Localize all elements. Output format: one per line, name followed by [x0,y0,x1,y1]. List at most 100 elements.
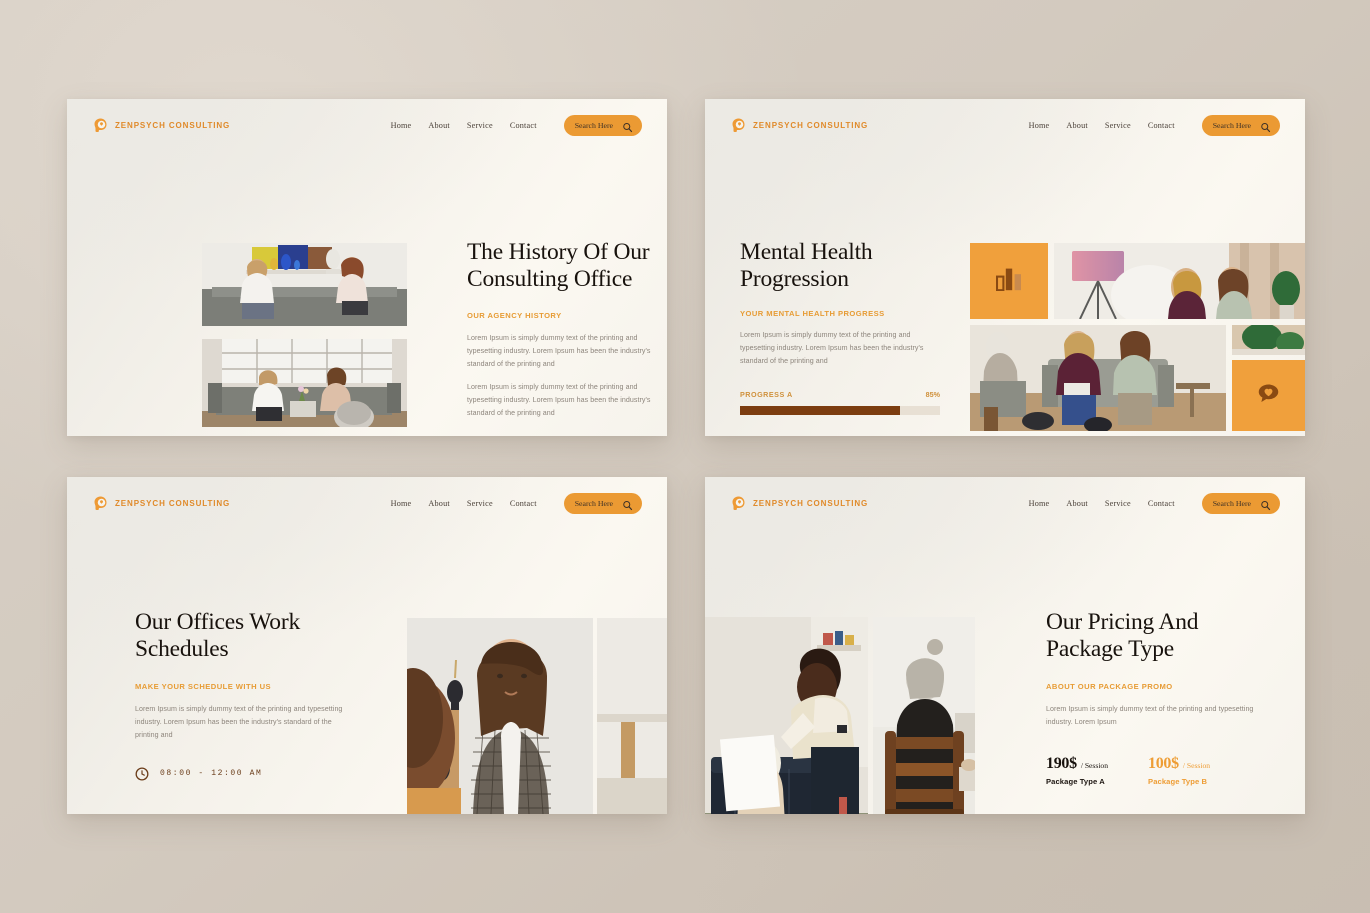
slide-text-column: Our Pricing And Package Type ABOUT OUR P… [1046,609,1276,786]
page-title: Our Offices Work Schedules [135,609,301,663]
progress-header: PROGRESS A 85% [740,390,940,399]
brand-logo[interactable]: ZENPSYCH CONSULTING [92,495,230,512]
heart-bubble-tile [1232,360,1305,431]
photo-counselor-plaid-blazer [407,618,593,814]
brand-logo[interactable]: ZENPSYCH CONSULTING [730,495,868,512]
page-title: Mental Health Progression [740,239,873,293]
brand-name: ZENPSYCH CONSULTING [115,498,231,508]
search-button-label: Search Here [1212,120,1251,130]
nav-item-home[interactable]: Home [391,121,412,130]
slide-text-column: Mental Health Progression YOUR MENTAL HE… [740,239,940,415]
body-paragraph: Lorem Ipsum is simply dummy text of the … [740,330,924,365]
pricing-list: 190$ / Session Package Type A 100$ / Ses… [1046,755,1276,786]
photo-elder-back-chair [873,617,975,814]
nav-item-about[interactable]: About [1066,121,1087,130]
bar-chart-tile [970,243,1048,319]
package-card-b[interactable]: 100$ / Session Package Type B [1148,755,1210,786]
progress-bar [740,405,940,415]
search-icon [1260,498,1271,510]
presentation-board: ZENPSYCH CONSULTING Home About Service C… [0,0,1370,913]
package-price-row: 100$ / Session [1148,755,1210,773]
package-name: Package Type B [1148,776,1208,786]
photo-group-session [970,325,1226,431]
office-hours: 08:00 - 12:00 AM [135,767,350,781]
slide-body: The History Of Our Consulting Office OUR… [67,151,667,436]
slide-header: ZENPSYCH CONSULTING Home About Service C… [705,477,1305,529]
nav-item-home[interactable]: Home [391,499,412,508]
brand-name: ZENPSYCH CONSULTING [115,120,231,130]
search-button[interactable]: Search Here [1201,492,1280,514]
photo-couple-on-sofa [202,243,407,326]
slide-text-column: Our Offices Work Schedules MAKE YOUR SCH… [135,609,350,781]
nav-item-service[interactable]: Service [1105,121,1131,130]
eyebrow-label: MAKE YOUR SCHEDULE WITH US [135,681,272,691]
slide-body: Mental Health Progression YOUR MENTAL HE… [705,151,1305,436]
page-title: The History Of Our Consulting Office [467,239,650,293]
slide-body: Our Pricing And Package Type ABOUT OUR P… [705,529,1305,814]
search-icon [622,498,633,510]
nav-item-contact[interactable]: Contact [510,499,537,508]
body-paragraph: Lorem Ipsum is simply dummy text of the … [467,333,651,368]
nav-item-about[interactable]: About [1066,499,1087,508]
page-title: Our Pricing And Package Type [1046,609,1199,663]
slide-header: ZENPSYCH CONSULTING Home About Service C… [67,99,667,151]
main-nav: Home About Service Contact Search Here [391,492,642,514]
slide-progression[interactable]: ZENPSYCH CONSULTING Home About Service C… [705,99,1305,436]
slide-text-column: The History Of Our Consulting Office OUR… [467,239,667,419]
photo-office-wall [597,618,667,814]
package-period: / Session [1080,760,1109,770]
slide-header: ZENPSYCH CONSULTING Home About Service C… [705,99,1305,151]
nav-item-service[interactable]: Service [467,121,493,130]
nav-item-service[interactable]: Service [1105,499,1131,508]
nav-item-about[interactable]: About [428,499,449,508]
eyebrow-label: YOUR MENTAL HEALTH PROGRESS [740,308,885,318]
main-nav: Home About Service Contact Search Here [1029,492,1280,514]
brand-name: ZENPSYCH CONSULTING [753,120,869,130]
package-period: / Session [1182,760,1211,770]
head-profile-icon [92,495,109,512]
search-button[interactable]: Search Here [563,114,642,136]
progress-label: PROGRESS A [740,389,793,399]
body-paragraph: Lorem Ipsum is simply dummy text of the … [1046,704,1254,726]
slide-body: Our Offices Work Schedules MAKE YOUR SCH… [67,529,667,814]
search-button[interactable]: Search Here [563,492,642,514]
body-paragraph: Lorem Ipsum is simply dummy text of the … [467,382,651,417]
clock-icon [135,767,149,781]
nav-item-home[interactable]: Home [1029,499,1050,508]
heart-speech-bubble-icon [1257,383,1280,409]
nav-item-contact[interactable]: Contact [1148,121,1175,130]
slide-header: ZENPSYCH CONSULTING Home About Service C… [67,477,667,529]
nav-item-contact[interactable]: Contact [510,121,537,130]
nav-item-home[interactable]: Home [1029,121,1050,130]
body-paragraph: Lorem Ipsum is simply dummy text of the … [135,704,343,739]
head-profile-icon [730,117,747,134]
search-button-label: Search Here [574,498,613,508]
package-card-a[interactable]: 190$ / Session Package Type A [1046,755,1108,786]
nav-item-service[interactable]: Service [467,499,493,508]
main-nav: Home About Service Contact Search Here [391,114,642,136]
brand-logo[interactable]: ZENPSYCH CONSULTING [730,117,868,134]
eyebrow-label: ABOUT OUR PACKAGE PROMO [1046,681,1173,691]
eyebrow-label: OUR AGENCY HISTORY [467,310,562,320]
brand-name: ZENPSYCH CONSULTING [753,498,869,508]
nav-item-about[interactable]: About [428,121,449,130]
slide-history[interactable]: ZENPSYCH CONSULTING Home About Service C… [67,99,667,436]
slide-schedules[interactable]: ZENPSYCH CONSULTING Home About Service C… [67,477,667,814]
search-icon [1260,120,1271,132]
brand-logo[interactable]: ZENPSYCH CONSULTING [92,117,230,134]
search-icon [622,120,633,132]
photo-group-therapy-window [202,339,407,427]
search-button[interactable]: Search Here [1201,114,1280,136]
nav-item-contact[interactable]: Contact [1148,499,1175,508]
bar-chart-icon [995,267,1022,296]
image-grid [970,243,1305,431]
head-profile-icon [92,117,109,134]
photo-plants [1232,325,1305,355]
photo-child-session [705,617,868,814]
progress-value: 85% [925,389,940,399]
search-button-label: Search Here [1212,498,1251,508]
photo-lamp-room [1054,243,1305,319]
head-profile-icon [730,495,747,512]
package-name: Package Type A [1046,776,1105,786]
slide-pricing[interactable]: ZENPSYCH CONSULTING Home About Service C… [705,477,1305,814]
